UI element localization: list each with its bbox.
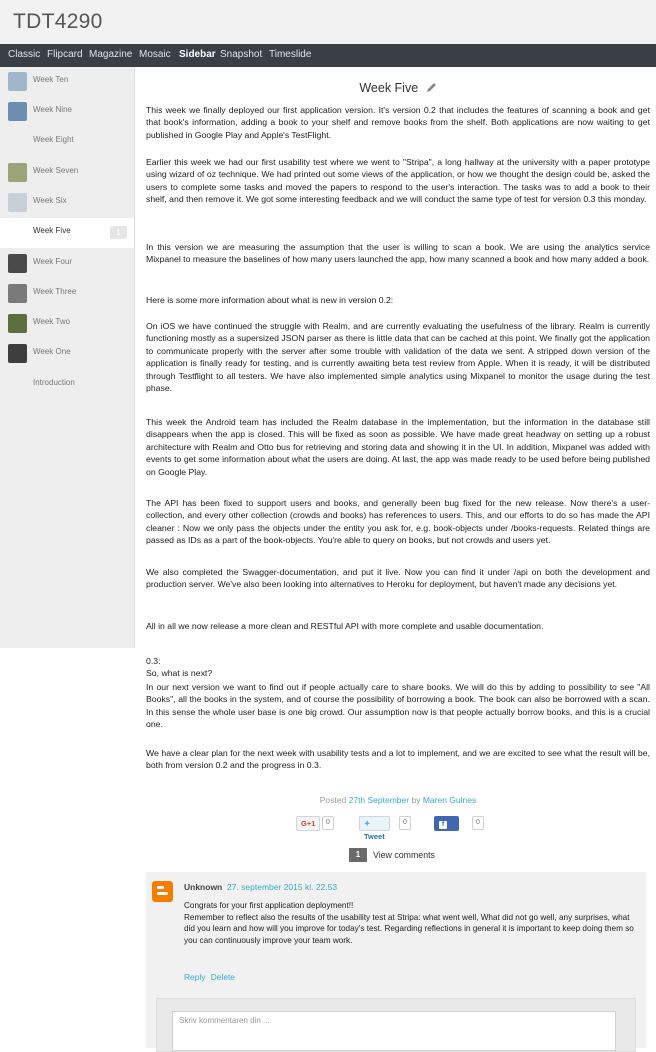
post-thumbnail bbox=[8, 193, 27, 212]
comment-date[interactable]: 27. september 2015 kl. 22.53 bbox=[227, 882, 337, 892]
comment-line: Congrats for your first application depl… bbox=[184, 901, 354, 910]
sidebar-item-label: Introduction bbox=[33, 378, 75, 387]
post-thumbnail bbox=[8, 102, 27, 121]
sidebar-item-week-eight[interactable]: Week Eight bbox=[0, 127, 134, 157]
by-label: by bbox=[411, 795, 421, 805]
blogger-avatar bbox=[152, 881, 173, 902]
sidebar-item-week-ten[interactable]: Week Ten bbox=[0, 67, 134, 97]
delete-link[interactable]: Delete bbox=[211, 972, 235, 982]
post-paragraph: We have a clear plan for the next week w… bbox=[146, 748, 650, 771]
nav-item-mosaic[interactable]: Mosaic bbox=[139, 49, 171, 60]
posted-label: Posted bbox=[319, 795, 347, 805]
comment-author[interactable]: Unknown bbox=[184, 882, 222, 892]
sidebar-item-introduction[interactable]: Introduction bbox=[0, 370, 134, 400]
sidebar-item-week-six[interactable]: Week Six bbox=[0, 188, 134, 218]
sidebar-item-label: Week Four bbox=[33, 257, 72, 266]
like-button[interactable]: f Like bbox=[434, 816, 460, 841]
sidebar-item-week-five[interactable]: Week Five 1 bbox=[0, 218, 134, 248]
comment-count-badge: 1 bbox=[110, 226, 127, 239]
post-paragraph: We also completed the Swagger-documentat… bbox=[146, 567, 650, 590]
sidebar-item-label: Week Ten bbox=[33, 75, 69, 84]
sidebar-item-label: Week Nine bbox=[33, 105, 72, 114]
tweet-button[interactable]: ✦ Tweet bbox=[359, 816, 390, 841]
blog-header: TDT4290 bbox=[0, 0, 656, 44]
post-paragraph: Earlier this week we had our first usabi… bbox=[146, 157, 650, 205]
post-paragraph: In this version we are measuring the ass… bbox=[146, 242, 650, 265]
sidebar-item-label: Week Three bbox=[33, 287, 77, 296]
sidebar-item-label: Week Eight bbox=[33, 135, 74, 144]
post-list-sidebar: Week Ten Week Nine Week Eight Week Seven… bbox=[0, 67, 135, 648]
post-paragraph: All in all we now release a more clean a… bbox=[146, 621, 544, 631]
author-link[interactable]: Maren Gulnes bbox=[423, 795, 476, 805]
post-paragraph: The API has been fixed to support users … bbox=[146, 498, 650, 546]
post-title: Week Five bbox=[146, 81, 650, 96]
comment-line: Remember to reflect also the results of … bbox=[184, 912, 634, 945]
view-comments-label: View comments bbox=[373, 850, 435, 860]
sidebar-item-week-seven[interactable]: Week Seven bbox=[0, 158, 134, 188]
blog-title[interactable]: TDT4290 bbox=[13, 10, 103, 34]
sidebar-item-week-two[interactable]: Week Two bbox=[0, 309, 134, 339]
gplus-count: 0 bbox=[322, 816, 334, 830]
sidebar-item-week-three[interactable]: Week Three bbox=[0, 279, 134, 309]
post-thumbnail bbox=[8, 254, 27, 273]
nav-item-classic[interactable]: Classic bbox=[8, 49, 40, 60]
post-paragraph: 0.3: bbox=[146, 656, 161, 666]
sidebar-item-label: Week Six bbox=[33, 196, 67, 205]
nav-item-flipcard[interactable]: Flipcard bbox=[47, 49, 83, 60]
blogger-icon bbox=[157, 886, 168, 895]
tweet-count: 0 bbox=[399, 816, 411, 830]
sidebar-item-label: Week Seven bbox=[33, 166, 79, 175]
post-paragraph: This week we finally deployed our first … bbox=[146, 105, 650, 140]
reply-link[interactable]: Reply bbox=[184, 972, 205, 982]
post-thumbnail bbox=[8, 314, 27, 333]
comment-count-badge: 1 bbox=[349, 848, 367, 862]
gplus-button[interactable]: G+1 bbox=[296, 816, 321, 831]
view-switcher-bar: Classic Flipcard Magazine Mosaic Sidebar… bbox=[0, 44, 656, 67]
comment-form bbox=[156, 998, 636, 1052]
post-title-text: Week Five bbox=[359, 81, 419, 95]
comment-body: Congrats for your first application depl… bbox=[184, 900, 636, 946]
sidebar-item-label: Week One bbox=[33, 347, 71, 356]
comment-actions: Reply Delete bbox=[184, 972, 238, 982]
sidebar-item-week-four[interactable]: Week Four bbox=[0, 249, 134, 279]
post-paragraph: Here is some more information about what… bbox=[146, 295, 394, 305]
post-thumbnail bbox=[8, 344, 27, 363]
post-thumbnail bbox=[8, 284, 27, 303]
facebook-icon: f bbox=[439, 821, 447, 829]
post-paragraph: This week the Android team has included … bbox=[146, 417, 650, 477]
like-count: 0 bbox=[472, 816, 484, 830]
sidebar-item-week-one[interactable]: Week One bbox=[0, 339, 134, 369]
sidebar-item-label: Week Two bbox=[33, 317, 71, 326]
post-paragraph: In our next version we want to find out … bbox=[146, 682, 650, 730]
comments-section: Unknown 27. september 2015 kl. 22.53 Con… bbox=[146, 872, 646, 1052]
nav-item-snapshot[interactable]: Snapshot bbox=[220, 49, 262, 60]
post-paragraph: So, what is next? bbox=[146, 668, 213, 678]
tweet-label: Tweet bbox=[364, 832, 385, 841]
post-meta: Posted 27th September by Maren Gulnes bbox=[146, 795, 650, 805]
post-thumbnail bbox=[8, 163, 27, 182]
pencil-icon[interactable] bbox=[426, 82, 437, 96]
like-label: Like bbox=[439, 832, 455, 841]
sidebar-item-label: Week Five bbox=[33, 226, 71, 235]
nav-item-sidebar[interactable]: Sidebar bbox=[179, 49, 216, 60]
post-thumbnail bbox=[8, 72, 27, 91]
nav-item-timeslide[interactable]: Timeslide bbox=[269, 49, 311, 60]
sidebar-item-week-nine[interactable]: Week Nine bbox=[0, 97, 134, 127]
comment-input[interactable] bbox=[172, 1011, 616, 1051]
twitter-bird-icon: ✦ bbox=[364, 819, 371, 828]
post-paragraph: On iOS we have continued the struggle wi… bbox=[146, 321, 650, 394]
nav-item-magazine[interactable]: Magazine bbox=[89, 49, 132, 60]
post-date-link[interactable]: 27th September bbox=[349, 795, 409, 805]
